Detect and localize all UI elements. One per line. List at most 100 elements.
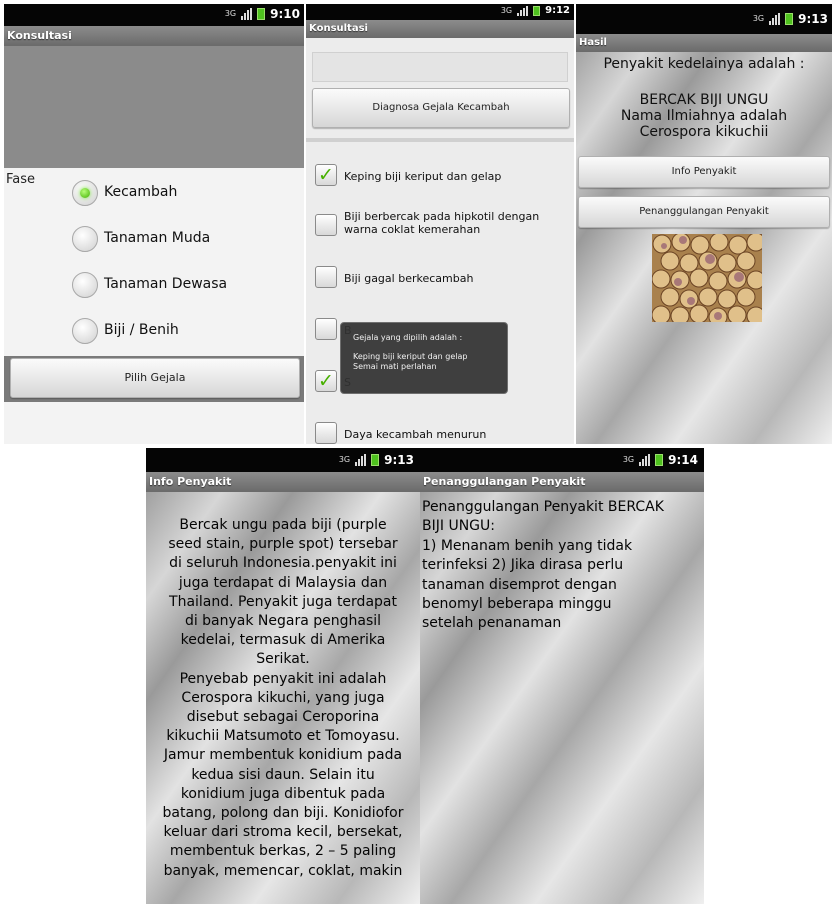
battery-icon <box>533 5 541 16</box>
network-3g-icon: 3G <box>752 14 765 23</box>
symptom-label[interactable]: Biji berbercak pada hipkotil dengan warn… <box>344 210 539 236</box>
info-line: Penyebab penyakit ini adalah <box>179 670 387 687</box>
disease-name: BERCAK BIJI UNGU <box>639 92 769 108</box>
info-line: Cerospora kikuchi, yang juga <box>181 689 385 706</box>
signal-icon <box>769 13 781 25</box>
scientific-name: Cerospora kikuchii <box>639 124 769 140</box>
info-text: Bercak ungu pada biji (purple seed stain… <box>146 516 420 881</box>
info-line: juga terdapat di Malaysia dan <box>178 574 388 591</box>
info-line: Jamur membentuk konidium pada <box>163 747 403 764</box>
toast-message: Gejala yang dipilih adalah : Keping biji… <box>340 322 508 394</box>
soybean-seeds-image <box>652 234 762 322</box>
toast-line: Semai mati perlahan <box>353 362 437 371</box>
penanggulangan-button[interactable]: Penanggulangan Penyakit <box>578 196 830 228</box>
info-line: konidium juga dibentuk pada <box>180 785 386 802</box>
symptom-label[interactable]: Daya kecambah menurun <box>344 428 486 441</box>
toast-title: Gejala yang dipilih adalah : <box>353 333 463 342</box>
symptom-label-line: warna coklat kemerahan <box>344 223 481 236</box>
symptom-label[interactable]: Keping biji keriput dan gelap <box>344 170 501 183</box>
info-line: Thailand. Penyakit juga terdapat <box>169 593 397 610</box>
title-bar: Info Penyakit <box>146 472 420 492</box>
screen-hasil: 3G 9:13 Hasil Penyakit kedelainya adalah… <box>576 4 832 444</box>
radio-kecambah[interactable] <box>72 180 98 206</box>
screen-konsultasi-gejala: 3G 9:12 Konsultasi Diagnosa Gejala Kecam… <box>306 4 574 444</box>
screen-penanggulangan: 3G 9:14 Penanggulangan Penyakit Penanggu… <box>420 448 704 904</box>
title-bar: Konsultasi <box>306 20 574 38</box>
title-bar: Konsultasi <box>4 26 304 46</box>
network-3g-icon: 3G <box>224 9 237 18</box>
radio-tanaman-muda[interactable] <box>72 226 98 252</box>
info-line: membentuk berkas, 2 – 5 paling <box>169 843 397 860</box>
battery-icon <box>785 13 794 25</box>
spinner-placeholder <box>312 52 568 82</box>
symptom-checkbox-checked[interactable]: ✓ <box>315 370 337 392</box>
info-line: kikuchii Matsumoto et Tomoyasu. <box>166 728 400 745</box>
info-penyakit-button[interactable]: Info Penyakit <box>578 156 830 188</box>
option-label[interactable]: Tanaman Dewasa <box>104 276 227 292</box>
clock: 9:10 <box>270 7 300 21</box>
title-bar: Hasil <box>576 34 832 52</box>
symptom-label-line: Biji berbercak pada hipkotil dengan <box>344 210 540 223</box>
symptom-label[interactable]: Biji gagal berkecambah <box>344 272 473 285</box>
control-line: setelah penanaman <box>422 615 562 632</box>
status-bar: 3G 9:14 <box>420 448 704 472</box>
info-line: Bercak ungu pada biji (purple <box>179 517 387 533</box>
pilih-gejala-button[interactable]: Pilih Gejala <box>10 358 300 398</box>
radio-tanaman-dewasa[interactable] <box>72 272 98 298</box>
radio-biji-benih[interactable] <box>72 318 98 344</box>
status-bar: 3G 9:10 <box>4 4 304 26</box>
control-line: Penanggulangan Penyakit BERCAK <box>422 499 664 515</box>
battery-icon <box>371 454 380 466</box>
clock: 9:14 <box>668 453 698 467</box>
control-line: BIJI UNGU: <box>422 518 495 535</box>
symptom-checkbox[interactable] <box>315 214 337 236</box>
soybean-seeds-photo <box>652 234 762 322</box>
screen-konsultasi-fase: 3G 9:10 Konsultasi Fase Kecambah Tanaman… <box>4 4 304 444</box>
info-line: keluar dari stroma kecil, bersekat, <box>163 824 403 841</box>
screen-info-penyakit: 3G 9:13 Info Penyakit Bercak ungu pada b… <box>146 448 420 904</box>
header-blank-area <box>4 46 304 168</box>
clock: 9:13 <box>384 453 414 467</box>
diagnosa-button[interactable]: Diagnosa Gejala Kecambah <box>312 88 570 128</box>
result-text: Penyakit kedelainya adalah : BERCAK BIJI… <box>576 56 832 140</box>
empty-area <box>4 402 304 444</box>
control-line: 1) Menanam benih yang tidak <box>422 537 633 554</box>
info-line: Serikat. <box>256 651 310 668</box>
network-3g-icon: 3G <box>500 5 513 15</box>
info-line: batang, polong dan biji. Konidiofor <box>162 805 404 822</box>
fase-label: Fase <box>6 172 36 187</box>
clock: 9:12 <box>545 5 570 16</box>
scientific-label: Nama Ilmiahnya adalah <box>620 108 788 124</box>
title-bar: Penanggulangan Penyakit <box>420 472 704 492</box>
info-line: kedua sisi daun. Selain itu <box>191 766 375 783</box>
option-label[interactable]: Kecambah <box>104 184 177 200</box>
toast-line: Keping biji keriput dan gelap <box>353 352 468 361</box>
battery-icon <box>655 454 664 466</box>
status-bar: 3G 9:12 <box>306 4 574 20</box>
symptom-checkbox[interactable] <box>315 266 337 288</box>
control-text: Penanggulangan Penyakit BERCAK BIJI UNGU… <box>422 498 702 634</box>
signal-icon <box>517 5 529 16</box>
signal-icon <box>355 454 367 466</box>
control-line: terinfeksi 2) Jika dirasa perlu <box>422 557 624 574</box>
separator <box>306 138 574 142</box>
battery-icon <box>257 8 266 20</box>
result-heading: Penyakit kedelainya adalah : <box>603 56 805 72</box>
info-line: di banyak Negara penghasil <box>184 613 382 630</box>
info-line: seed stain, purple spot) tersebar <box>168 536 398 553</box>
status-bar: 3G 9:13 <box>146 448 420 472</box>
clock: 9:13 <box>798 12 828 26</box>
signal-icon <box>639 454 651 466</box>
control-line: tanaman disemprot dengan <box>422 576 617 593</box>
symptom-checkbox[interactable] <box>315 318 337 340</box>
option-label[interactable]: Tanaman Muda <box>104 230 210 246</box>
symptom-checkbox-checked[interactable]: ✓ <box>315 164 337 186</box>
info-line: banyak, memencar, coklat, makin <box>163 862 403 879</box>
option-label[interactable]: Biji / Benih <box>104 322 179 338</box>
info-line: disebut sebagai Ceroporina <box>186 709 380 726</box>
control-line: benomyl beberapa minggu <box>422 596 612 613</box>
signal-icon <box>241 8 253 20</box>
info-line: di seluruh Indonesia.penyakit ini <box>169 555 397 572</box>
symptom-checkbox[interactable] <box>315 422 337 444</box>
info-line: kedelai, termasuk di Amerika <box>180 632 386 649</box>
